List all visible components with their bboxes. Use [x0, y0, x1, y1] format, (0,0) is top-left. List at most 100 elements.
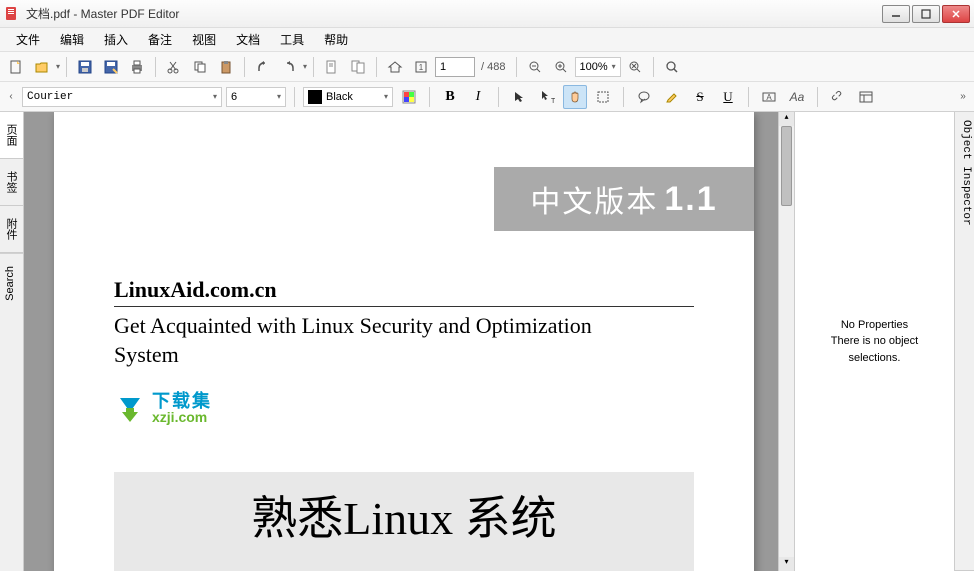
chevron-down-icon: ▾	[612, 62, 616, 71]
main-area: 页面 书签 附件 Search 中文版本 1.1 LinuxAid.com.cn…	[0, 112, 974, 571]
save-button[interactable]	[73, 55, 97, 79]
bold-button[interactable]: B	[438, 85, 462, 109]
select-tool[interactable]	[507, 85, 531, 109]
zoom-combo[interactable]: 100%▾	[575, 57, 621, 77]
doc-subtitle: Get Acquainted with Linux Security and O…	[114, 312, 634, 369]
menu-document[interactable]: 文档	[226, 29, 270, 50]
doc-banner-text: 熟悉Linux 系统	[251, 482, 556, 548]
zoom-fit-button[interactable]	[623, 55, 647, 79]
strikethrough-tool[interactable]: S	[688, 85, 712, 109]
svg-text:Aa: Aa	[789, 90, 805, 104]
doc-banner: 熟悉Linux 系统	[114, 472, 694, 571]
textbox-tool[interactable]: A	[757, 85, 781, 109]
select-text-tool[interactable]: T	[535, 85, 559, 109]
copy-button[interactable]	[188, 55, 212, 79]
open-dropdown-icon[interactable]: ▾	[56, 62, 60, 71]
form-tool[interactable]	[854, 85, 878, 109]
watermark-text-top: 下载集	[152, 392, 212, 410]
maximize-button[interactable]	[912, 5, 940, 23]
font-size-value: 6	[231, 91, 237, 103]
redo-dropdown-icon[interactable]: ▾	[303, 62, 307, 71]
underline-tool[interactable]: U	[716, 85, 740, 109]
find-button[interactable]	[660, 55, 684, 79]
undo-button[interactable]	[251, 55, 275, 79]
redo-button[interactable]	[277, 55, 301, 79]
svg-text:A: A	[766, 93, 772, 102]
doc-2-button[interactable]	[346, 55, 370, 79]
font-family-combo[interactable]: Courier ▾	[22, 87, 222, 107]
menu-tools[interactable]: 工具	[270, 29, 314, 50]
print-button[interactable]	[125, 55, 149, 79]
color-picker-button[interactable]	[397, 85, 421, 109]
text-tool[interactable]: Aa	[785, 85, 809, 109]
color-name: Black	[326, 91, 353, 103]
inspector-content: No Properties There is no object selecti…	[795, 112, 954, 571]
zoom-in-button[interactable]	[549, 55, 573, 79]
vertical-scrollbar[interactable]: ▴ ▾	[778, 112, 794, 571]
doc-1-button[interactable]	[320, 55, 344, 79]
menu-file[interactable]: 文件	[6, 29, 50, 50]
format-toolbar: ‹ Courier▾ 6▾ Black▾ B I T S U A Aa »	[0, 82, 974, 112]
scroll-down-button[interactable]: ▾	[779, 557, 794, 571]
minimize-button[interactable]	[882, 5, 910, 23]
zoom-out-button[interactable]	[523, 55, 547, 79]
main-toolbar: ▾ ▾ 1 / 488 100%▾	[0, 52, 974, 82]
inspector-msg-1: There is no object	[831, 333, 918, 350]
comment-tool[interactable]	[632, 85, 656, 109]
watermark-text-bottom: xzji.com	[152, 410, 212, 424]
menu-view[interactable]: 视图	[182, 29, 226, 50]
chevron-down-icon: ▾	[213, 92, 217, 101]
page-input[interactable]	[435, 57, 475, 77]
inspector-tab[interactable]: Object Inspector	[954, 112, 974, 571]
menu-insert[interactable]: 插入	[94, 29, 138, 50]
color-swatch	[308, 90, 322, 104]
close-button[interactable]	[942, 5, 970, 23]
pdf-page: 中文版本 1.1 LinuxAid.com.cn Get Acquainted …	[54, 112, 754, 571]
font-size-combo[interactable]: 6▾	[226, 87, 286, 107]
chevron-down-icon: ▾	[277, 92, 281, 101]
home-button[interactable]	[383, 55, 407, 79]
doc-version-badge: 中文版本 1.1	[494, 167, 754, 231]
window-title: 文档.pdf - Master PDF Editor	[26, 5, 880, 22]
font-family-value: Courier	[27, 91, 73, 103]
toolbar-left-chevron[interactable]: ‹	[4, 85, 18, 109]
menu-comment[interactable]: 备注	[138, 29, 182, 50]
marquee-tool[interactable]	[591, 85, 615, 109]
document-viewport[interactable]: 中文版本 1.1 LinuxAid.com.cn Get Acquainted …	[24, 112, 778, 571]
highlight-tool[interactable]	[660, 85, 684, 109]
toolbar-right-chevron[interactable]: »	[956, 85, 970, 109]
inspector-title: No Properties	[841, 317, 908, 334]
actual-size-button[interactable]: 1	[409, 55, 433, 79]
app-icon	[4, 6, 20, 22]
tab-attachments[interactable]: 附件	[0, 206, 23, 253]
new-button[interactable]	[4, 55, 28, 79]
italic-button[interactable]: I	[466, 85, 490, 109]
inspector-panel: No Properties There is no object selecti…	[794, 112, 974, 571]
font-color-combo[interactable]: Black ▾	[303, 87, 393, 107]
svg-text:1: 1	[419, 63, 424, 72]
title-bar: 文档.pdf - Master PDF Editor	[0, 0, 974, 28]
cut-button[interactable]	[162, 55, 186, 79]
window-controls	[880, 5, 970, 23]
tab-pages[interactable]: 页面	[0, 112, 23, 159]
doc-divider	[114, 306, 694, 307]
chevron-down-icon: ▾	[384, 92, 388, 101]
link-tool[interactable]	[826, 85, 850, 109]
paste-button[interactable]	[214, 55, 238, 79]
page-count: / 488	[477, 61, 509, 73]
tab-search[interactable]: Search	[0, 253, 23, 313]
scroll-up-button[interactable]: ▴	[779, 112, 794, 126]
hand-tool[interactable]	[563, 85, 587, 109]
doc-site: LinuxAid.com.cn	[114, 277, 277, 303]
badge-label: 中文版本	[530, 177, 658, 221]
tab-bookmarks[interactable]: 书签	[0, 159, 23, 206]
inspector-msg-2: selections.	[849, 350, 901, 367]
svg-text:T: T	[551, 98, 555, 105]
badge-version: 1.1	[664, 180, 717, 219]
save-as-button[interactable]	[99, 55, 123, 79]
scroll-thumb[interactable]	[781, 126, 792, 206]
open-button[interactable]	[30, 55, 54, 79]
menu-help[interactable]: 帮助	[314, 29, 358, 50]
left-side-tabs: 页面 书签 附件 Search	[0, 112, 24, 571]
menu-edit[interactable]: 编辑	[50, 29, 94, 50]
